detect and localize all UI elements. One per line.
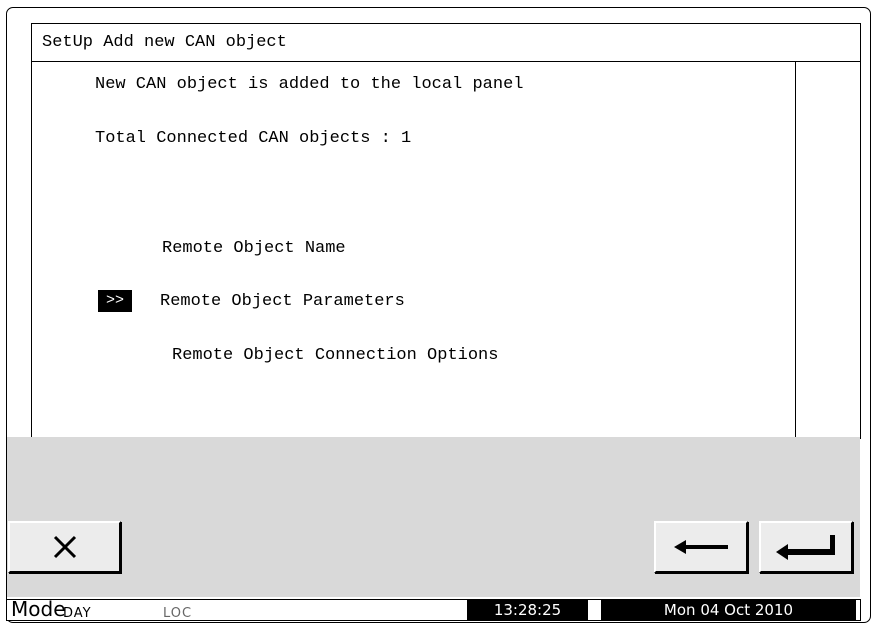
time-display: 13:28:25 [467,600,588,621]
page-title: SetUp Add new CAN object [42,33,287,52]
arrow-left-icon [672,537,730,557]
close-x-icon [52,534,78,560]
menu-item-remote-object-name[interactable]: Remote Object Name [162,239,346,258]
mode-value: DAY [63,606,92,621]
title-bar: SetUp Add new CAN object [31,23,861,62]
status-bar: Mode DAY LOC 13:28:25 Mon 04 Oct 2010 [6,599,861,621]
location-indicator: LOC [163,606,193,621]
mode-label: Mode [11,597,66,621]
enter-button[interactable] [759,521,853,573]
selection-cursor: >> [98,290,132,312]
total-connected-count: Total Connected CAN objects : 1 [95,129,412,148]
back-button[interactable] [654,521,748,573]
cancel-button[interactable] [8,521,121,573]
content-panel [31,61,861,439]
menu-item-remote-object-connection-options[interactable]: Remote Object Connection Options [172,346,498,365]
info-message: New CAN object is added to the local pan… [95,75,524,94]
date-display: Mon 04 Oct 2010 [601,600,856,621]
button-panel [7,437,860,597]
enter-return-icon [774,532,838,562]
menu-item-remote-object-parameters[interactable]: Remote Object Parameters [160,292,405,311]
scrollbar-divider [795,61,796,439]
